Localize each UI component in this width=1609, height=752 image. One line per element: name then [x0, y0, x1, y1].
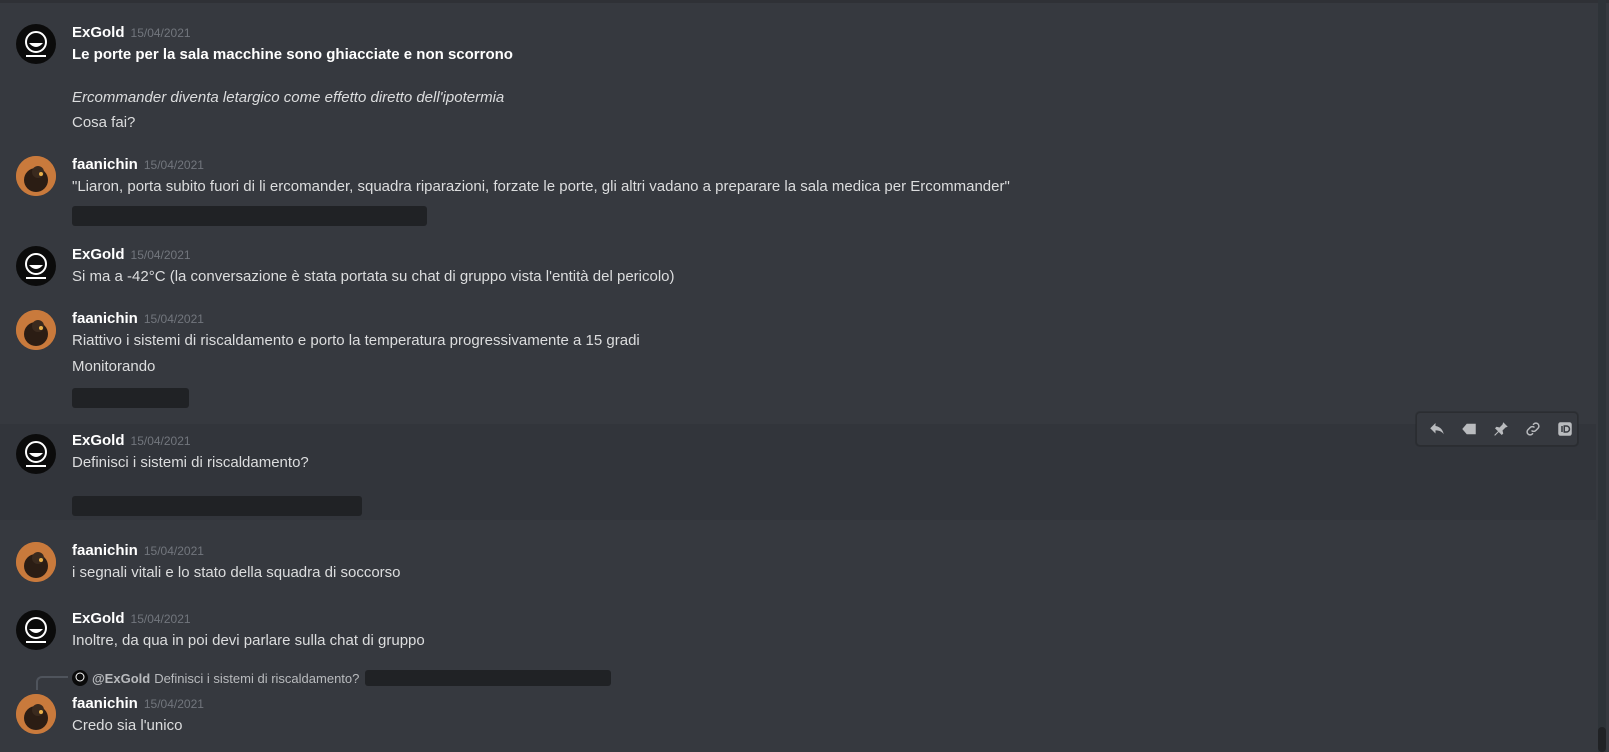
message-timestamp: 15/04/2021: [143, 544, 204, 558]
message-text: Ercommander diventa letargico come effet…: [72, 89, 505, 106]
reply-icon[interactable]: [1425, 417, 1449, 441]
message-author[interactable]: ExGold 15/04/2021: [72, 24, 191, 41]
message-text: Riattivo i sistemi di riscaldamento e po…: [72, 332, 640, 349]
message-author[interactable]: ExGold 15/04/2021: [72, 432, 191, 449]
copy-id-icon[interactable]: [1553, 417, 1577, 441]
message-timestamp: 15/04/2021: [143, 312, 204, 326]
message-timestamp: 15/04/2021: [130, 248, 191, 262]
reply-mention[interactable]: @ExGold: [92, 671, 150, 686]
mark-unread-icon[interactable]: [1457, 417, 1481, 441]
avatar-faanichin[interactable]: [16, 542, 56, 582]
reply-connector: [36, 676, 68, 690]
reply-text: Definisci i sistemi di riscaldamento?: [154, 670, 360, 686]
message-text: i segnali vitali e lo stato della squadr…: [72, 564, 401, 581]
message-timestamp: 15/04/2021: [130, 612, 191, 626]
message-author[interactable]: faanichin 15/04/2021: [72, 310, 204, 327]
message-author[interactable]: faanichin 15/04/2021: [72, 542, 204, 559]
copy-link-icon[interactable]: [1521, 417, 1545, 441]
message-text: Definisci i sistemi di riscaldamento?: [72, 454, 309, 471]
spoiler[interactable]: [72, 388, 189, 408]
message-text: Si ma a -42°C (la conversazione è stata …: [72, 268, 675, 285]
avatar-exgold[interactable]: [16, 434, 56, 474]
message: ExGold 15/04/2021 Inoltre, da qua in poi …: [0, 604, 1596, 659]
reply-preview[interactable]: @ExGold Definisci i sistemi di riscaldam…: [72, 670, 612, 686]
scrollbar-track[interactable]: [1598, 0, 1606, 752]
message-author[interactable]: faanichin 15/04/2021: [72, 156, 204, 173]
message-text: Cosa fai?: [72, 114, 136, 131]
spoiler[interactable]: [365, 670, 612, 686]
message: ExGold 15/04/2021 Le porte per la sala ma…: [0, 18, 1596, 138]
message: ExGold 15/04/2021 Definisci i sistemi di …: [0, 424, 1596, 520]
avatar-faanichin[interactable]: [16, 310, 56, 350]
pin-icon[interactable]: [1489, 417, 1513, 441]
message-text: Monitorando: [72, 358, 156, 375]
message-text: Inoltre, da qua in poi devi parlare sull…: [72, 632, 425, 649]
avatar-exgold[interactable]: [16, 246, 56, 286]
message-author[interactable]: faanichin 15/04/2021: [72, 695, 204, 712]
message-author[interactable]: ExGold 15/04/2021: [72, 610, 191, 627]
message: faanichin 15/04/2021 i segnali vitali e l…: [0, 536, 1596, 591]
message: ExGold 15/04/2021 Si ma a -42°C (la conve…: [0, 240, 1596, 295]
message-text: Credo sia l'unico: [72, 717, 183, 734]
message-text: Le porte per la sala macchine sono ghiac…: [72, 46, 513, 63]
message-timestamp: 15/04/2021: [143, 158, 204, 172]
message-text: "Liaron, porta subito fuori di li ercoma…: [72, 178, 1010, 195]
spoiler[interactable]: [72, 206, 427, 226]
message-actions-toolbar: [1416, 412, 1578, 446]
avatar-exgold[interactable]: [16, 24, 56, 64]
message: faanichin 15/04/2021 Riattivo i sistemi d…: [0, 304, 1596, 414]
avatar-faanichin[interactable]: [16, 156, 56, 196]
message-timestamp: 15/04/2021: [130, 26, 191, 40]
message: faanichin 15/04/2021 Credo sia l'unico: [0, 690, 1596, 745]
avatar-exgold[interactable]: [16, 610, 56, 650]
message-list: ExGold 15/04/2021 Le porte per la sala ma…: [0, 0, 1596, 752]
message-author[interactable]: ExGold 15/04/2021: [72, 246, 191, 263]
reply-avatar: [72, 670, 88, 686]
message: faanichin 15/04/2021 "Liaron, porta subit…: [0, 150, 1596, 226]
message-timestamp: 15/04/2021: [130, 434, 191, 448]
avatar-faanichin[interactable]: [16, 694, 56, 734]
message-timestamp: 15/04/2021: [143, 697, 204, 711]
scrollbar-thumb[interactable]: [1598, 727, 1606, 752]
spoiler[interactable]: [72, 496, 362, 516]
